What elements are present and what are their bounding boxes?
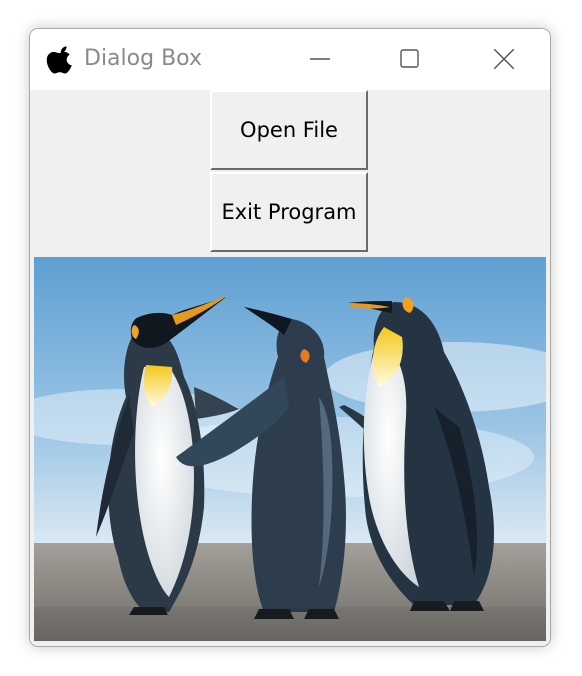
title-bar[interactable]: Dialog Box bbox=[30, 29, 550, 90]
close-button[interactable] bbox=[474, 29, 534, 90]
dialog-content: Open File Exit Program bbox=[30, 90, 550, 646]
minimize-icon bbox=[310, 58, 330, 60]
minimize-button[interactable] bbox=[290, 29, 350, 90]
open-file-button[interactable]: Open File bbox=[210, 90, 368, 170]
exit-program-button[interactable]: Exit Program bbox=[210, 172, 368, 252]
penguins-photo bbox=[34, 257, 546, 641]
apple-icon bbox=[45, 43, 77, 75]
window-title: Dialog Box bbox=[84, 46, 202, 71]
maximize-icon bbox=[400, 49, 419, 68]
maximize-button[interactable] bbox=[380, 29, 440, 90]
dialog-window: Dialog Box Open File Exit Program bbox=[29, 28, 551, 647]
close-icon bbox=[494, 49, 514, 69]
